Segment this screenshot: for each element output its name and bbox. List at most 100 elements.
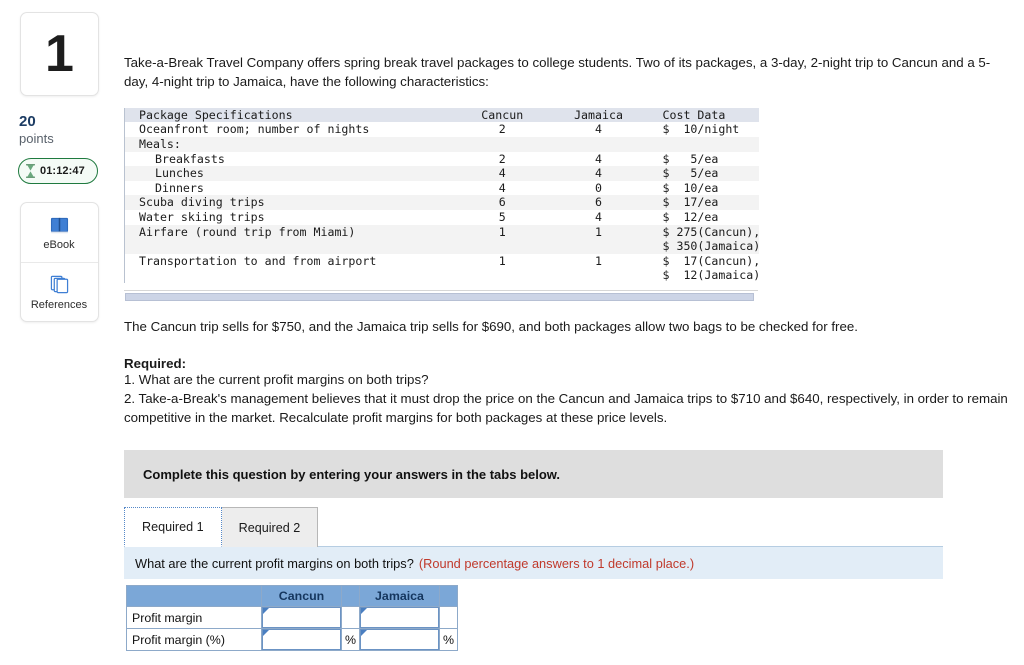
- left-rail: 1 20 points 01:12:47 eBook References: [0, 0, 118, 665]
- tab-required-2[interactable]: Required 2: [220, 507, 319, 548]
- spec-header-name: Package Specifications: [124, 107, 455, 123]
- answer-header-blank: [126, 585, 262, 608]
- timer-pill[interactable]: 01:12:47: [18, 158, 98, 185]
- spec-table-row: Meals:: [124, 136, 759, 152]
- answer-table-wrap: Cancun Jamaica Profit margin Profit margi…: [126, 585, 1024, 652]
- spec-row-cancun: 1: [454, 224, 551, 240]
- package-specifications-table: Package Specifications Cancun Jamaica Co…: [124, 107, 760, 283]
- spec-table-header-row: Package Specifications Cancun Jamaica Co…: [124, 107, 759, 123]
- package-specifications-table-wrap: Package Specifications Cancun Jamaica Co…: [124, 107, 760, 301]
- jamaica-input[interactable]: [360, 629, 439, 651]
- references-button[interactable]: References: [20, 262, 98, 321]
- question-page: 1 20 points 01:12:47 eBook References Ta…: [0, 0, 1024, 665]
- spec-row-cancun: [454, 136, 551, 152]
- percent-suffix-cancun: %: [341, 628, 360, 652]
- spec-table-body: Package Specifications Cancun Jamaica Co…: [124, 107, 760, 283]
- percent-suffix-jamaica: %: [439, 628, 458, 652]
- spec-row-jamaica: 1: [550, 224, 647, 240]
- tab-required-1-label: Required 1: [142, 520, 204, 535]
- ebook-button[interactable]: eBook: [21, 203, 98, 262]
- percent-suffix-cancun: [341, 606, 360, 630]
- spec-row-cost: $ 5/ea: [646, 166, 759, 181]
- spec-row-cost: $ 350(Jamaica): [646, 239, 760, 254]
- spec-header-cost: Cost Data: [646, 107, 759, 123]
- spec-row-name: Dinners: [124, 180, 455, 196]
- spec-row-jamaica: 6: [550, 195, 647, 210]
- answer-header-cancun: Cancun: [261, 585, 342, 608]
- spec-row-cancun: 5: [454, 209, 551, 225]
- instruction-banner-text: Complete this question by entering your …: [143, 466, 561, 482]
- hourglass-icon: [25, 164, 36, 179]
- spec-table-row: Water skiing trips 5 4 $ 12/ea: [124, 209, 759, 225]
- answer-cell-jamaica[interactable]: [359, 628, 440, 652]
- spec-table-row: Breakfasts 2 4 $ 5/ea: [124, 151, 759, 167]
- spec-row-name: Breakfasts: [124, 151, 455, 167]
- instruction-banner: Complete this question by entering your …: [124, 450, 943, 499]
- points-label: points: [19, 130, 54, 146]
- spec-row-cost: $ 12/ea: [646, 209, 759, 225]
- percent-suffix-jamaica: [439, 606, 458, 630]
- spec-row-cost: $ 5/ea: [646, 151, 759, 167]
- answer-cell-cancun[interactable]: [261, 606, 342, 630]
- question-text: What are the current profit margins on b…: [135, 555, 414, 571]
- answer-cell-jamaica[interactable]: [359, 606, 440, 630]
- spec-row-cancun: 2: [454, 122, 551, 137]
- tool-stack: eBook References: [19, 202, 99, 323]
- spec-row-jamaica: 4: [550, 122, 647, 137]
- scrollbar-thumb[interactable]: [125, 292, 754, 301]
- spec-table-row: Airfare (round trip from Miami) 1 1 $ 275(C…: [124, 224, 760, 240]
- spec-row-cancun: 4: [454, 166, 551, 181]
- rounding-hint: (Round percentage answers to 1 decimal p…: [418, 555, 695, 571]
- ebook-label: eBook: [43, 239, 75, 252]
- required-heading: Required:: [124, 355, 187, 371]
- pages-stack-icon: [49, 274, 70, 296]
- spec-row-cost: [646, 136, 759, 152]
- spec-table-row: Oceanfront room; number of nights 2 4 $ 10/…: [124, 122, 759, 137]
- spec-row-cancun: [454, 268, 551, 283]
- cancun-input[interactable]: [262, 629, 341, 651]
- spec-row-name: Water skiing trips: [124, 209, 455, 225]
- table-horizontal-scrollbar[interactable]: [124, 289, 758, 301]
- spec-header-jamaica: Jamaica: [550, 107, 647, 123]
- cancun-input[interactable]: [262, 607, 341, 629]
- spec-row-cancun: [454, 239, 551, 254]
- spec-table-row: Dinners 4 0 $ 10/ea: [124, 180, 759, 196]
- spec-row-name: Transportation to and from airport: [124, 253, 455, 269]
- spec-row-name: [124, 239, 455, 254]
- spec-row-cost: $ 12(Jamaica): [646, 268, 760, 283]
- spec-row-name: Airfare (round trip from Miami): [124, 224, 455, 240]
- main-content: Take-a-Break Travel Company offers sprin…: [124, 0, 1024, 652]
- spec-header-cancun: Cancun: [454, 107, 551, 123]
- required-item-2: 2. Take-a-Break's management believes th…: [124, 390, 1008, 425]
- spec-table-row: $ 12(Jamaica): [124, 268, 760, 283]
- intro-paragraph: Take-a-Break Travel Company offers sprin…: [124, 55, 991, 89]
- answer-cell-cancun[interactable]: [261, 628, 342, 652]
- answer-row-label: Profit margin: [126, 606, 262, 630]
- points-block: 20 points: [19, 113, 118, 147]
- question-bar: What are the current profit margins on b…: [124, 546, 943, 580]
- spec-row-name: Scuba diving trips: [124, 195, 455, 210]
- references-label: References: [30, 298, 88, 311]
- spec-row-jamaica: [550, 136, 647, 152]
- answer-table-row: Profit margin (%)%%: [126, 628, 458, 652]
- spec-row-jamaica: 4: [550, 166, 647, 181]
- spec-row-cost: $ 17/ea: [646, 195, 759, 210]
- spec-table-row: Scuba diving trips 6 6 $ 17/ea: [124, 195, 759, 210]
- answer-row-label: Profit margin (%): [126, 628, 262, 652]
- spec-row-cancun: 2: [454, 151, 551, 167]
- tab-bar: Required 1 Required 2: [124, 506, 943, 548]
- answer-table-body: Profit margin Profit margin (%)%%: [126, 606, 458, 652]
- tab-required-1[interactable]: Required 1: [124, 507, 222, 548]
- answer-header-spacer-2: [439, 585, 458, 608]
- answer-header-spacer-1: [341, 585, 360, 608]
- spec-row-name: Oceanfront room; number of nights: [124, 122, 455, 137]
- question-number-box: 1: [19, 12, 99, 96]
- jamaica-input[interactable]: [360, 607, 439, 629]
- answer-table-head: Cancun Jamaica: [126, 585, 458, 608]
- spec-row-jamaica: 4: [550, 209, 647, 225]
- selling-price-paragraph: The Cancun trip sells for $750, and the …: [124, 318, 858, 334]
- tab-required-2-label: Required 2: [238, 520, 301, 535]
- answer-header-row: Cancun Jamaica: [126, 585, 458, 608]
- answer-table: Cancun Jamaica Profit margin Profit margi…: [126, 585, 458, 652]
- book-icon: [49, 214, 70, 236]
